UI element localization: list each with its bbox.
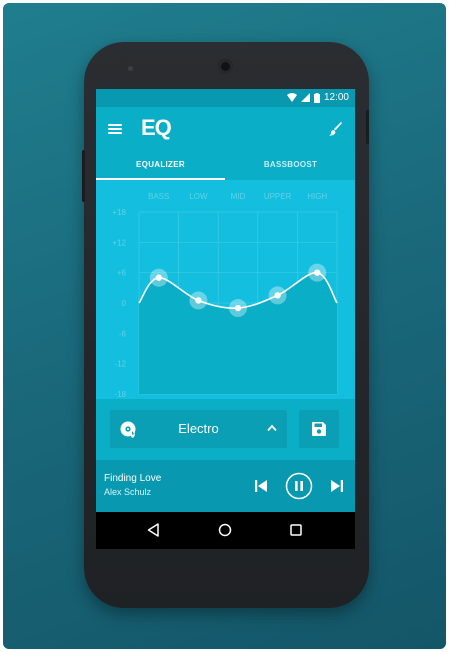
track-title: Finding Love: [104, 473, 162, 484]
sensor-dot: [128, 66, 133, 71]
preset-selector[interactable]: Electro: [110, 410, 287, 448]
band-handle-dot[interactable]: [234, 304, 242, 312]
signal-icon: [300, 93, 310, 102]
db-scale-label: +12: [112, 238, 126, 247]
status-bar: 12:00: [96, 89, 355, 107]
app-bar: EQ: [96, 107, 355, 152]
save-preset-button[interactable]: [299, 410, 339, 448]
app-logo: EQ: [141, 115, 172, 140]
eq-curve-fill: [139, 272, 337, 394]
db-scale-label: -18: [114, 390, 126, 399]
tab-bassboost[interactable]: BASSBOOST: [226, 152, 355, 180]
db-scale-label: +18: [112, 208, 126, 217]
band-handle-dot[interactable]: [195, 297, 202, 304]
db-scale-label: +6: [117, 269, 127, 278]
now-playing-bar: Finding Love Alex Schulz: [96, 460, 355, 512]
back-icon[interactable]: [147, 523, 159, 537]
floppy-disk-icon: [312, 422, 326, 436]
band-label: MID: [231, 192, 246, 201]
front-camera: [218, 59, 233, 74]
system-nav-bar: [96, 512, 355, 549]
track-artist: Alex Schulz: [104, 487, 152, 497]
tab-equalizer[interactable]: EQUALIZER: [96, 152, 225, 180]
power-button: [366, 110, 369, 144]
band-label: UPPER: [264, 192, 292, 201]
preset-name: Electro: [178, 421, 219, 436]
band-handle-dot[interactable]: [314, 269, 321, 276]
recents-icon[interactable]: [290, 524, 302, 536]
db-scale-label: -12: [114, 360, 126, 369]
clock: 12:00: [323, 92, 349, 103]
hamburger-menu-icon[interactable]: [108, 124, 122, 134]
band-label: BASS: [148, 192, 169, 201]
paintbrush-icon[interactable]: [329, 122, 343, 136]
home-icon[interactable]: [218, 523, 232, 537]
tab-bar: EQUALIZER BASSBOOST: [96, 152, 355, 180]
chevron-up-icon: [267, 424, 277, 432]
db-scale-label: 0: [122, 299, 127, 308]
equalizer-graph[interactable]: BASS LOW MID UPPER HIGH +18 +12 +6 0 -6 -12 -18: [96, 180, 355, 399]
app-screen: 12:00 EQ EQUALIZER BASSBOOST BASS LOW MID U…: [96, 89, 355, 549]
equalizer-panel[interactable]: BASS LOW MID UPPER HIGH +18 +12 +6 0 -6 -12 -18: [96, 180, 355, 399]
volume-button: [82, 150, 85, 202]
skip-previous-icon[interactable]: [254, 479, 268, 493]
skip-next-icon[interactable]: [330, 479, 344, 493]
band-handle-dot[interactable]: [155, 274, 162, 281]
band-handle-dot[interactable]: [274, 292, 281, 299]
band-label: HIGH: [307, 192, 327, 201]
wifi-icon: [286, 93, 297, 102]
phone-frame: 12:00 EQ EQUALIZER BASSBOOST BASS LOW MID U…: [82, 42, 369, 608]
battery-icon: [313, 92, 320, 103]
db-scale-label: -6: [119, 329, 127, 338]
pause-icon[interactable]: [285, 472, 313, 500]
band-label: LOW: [189, 192, 208, 201]
